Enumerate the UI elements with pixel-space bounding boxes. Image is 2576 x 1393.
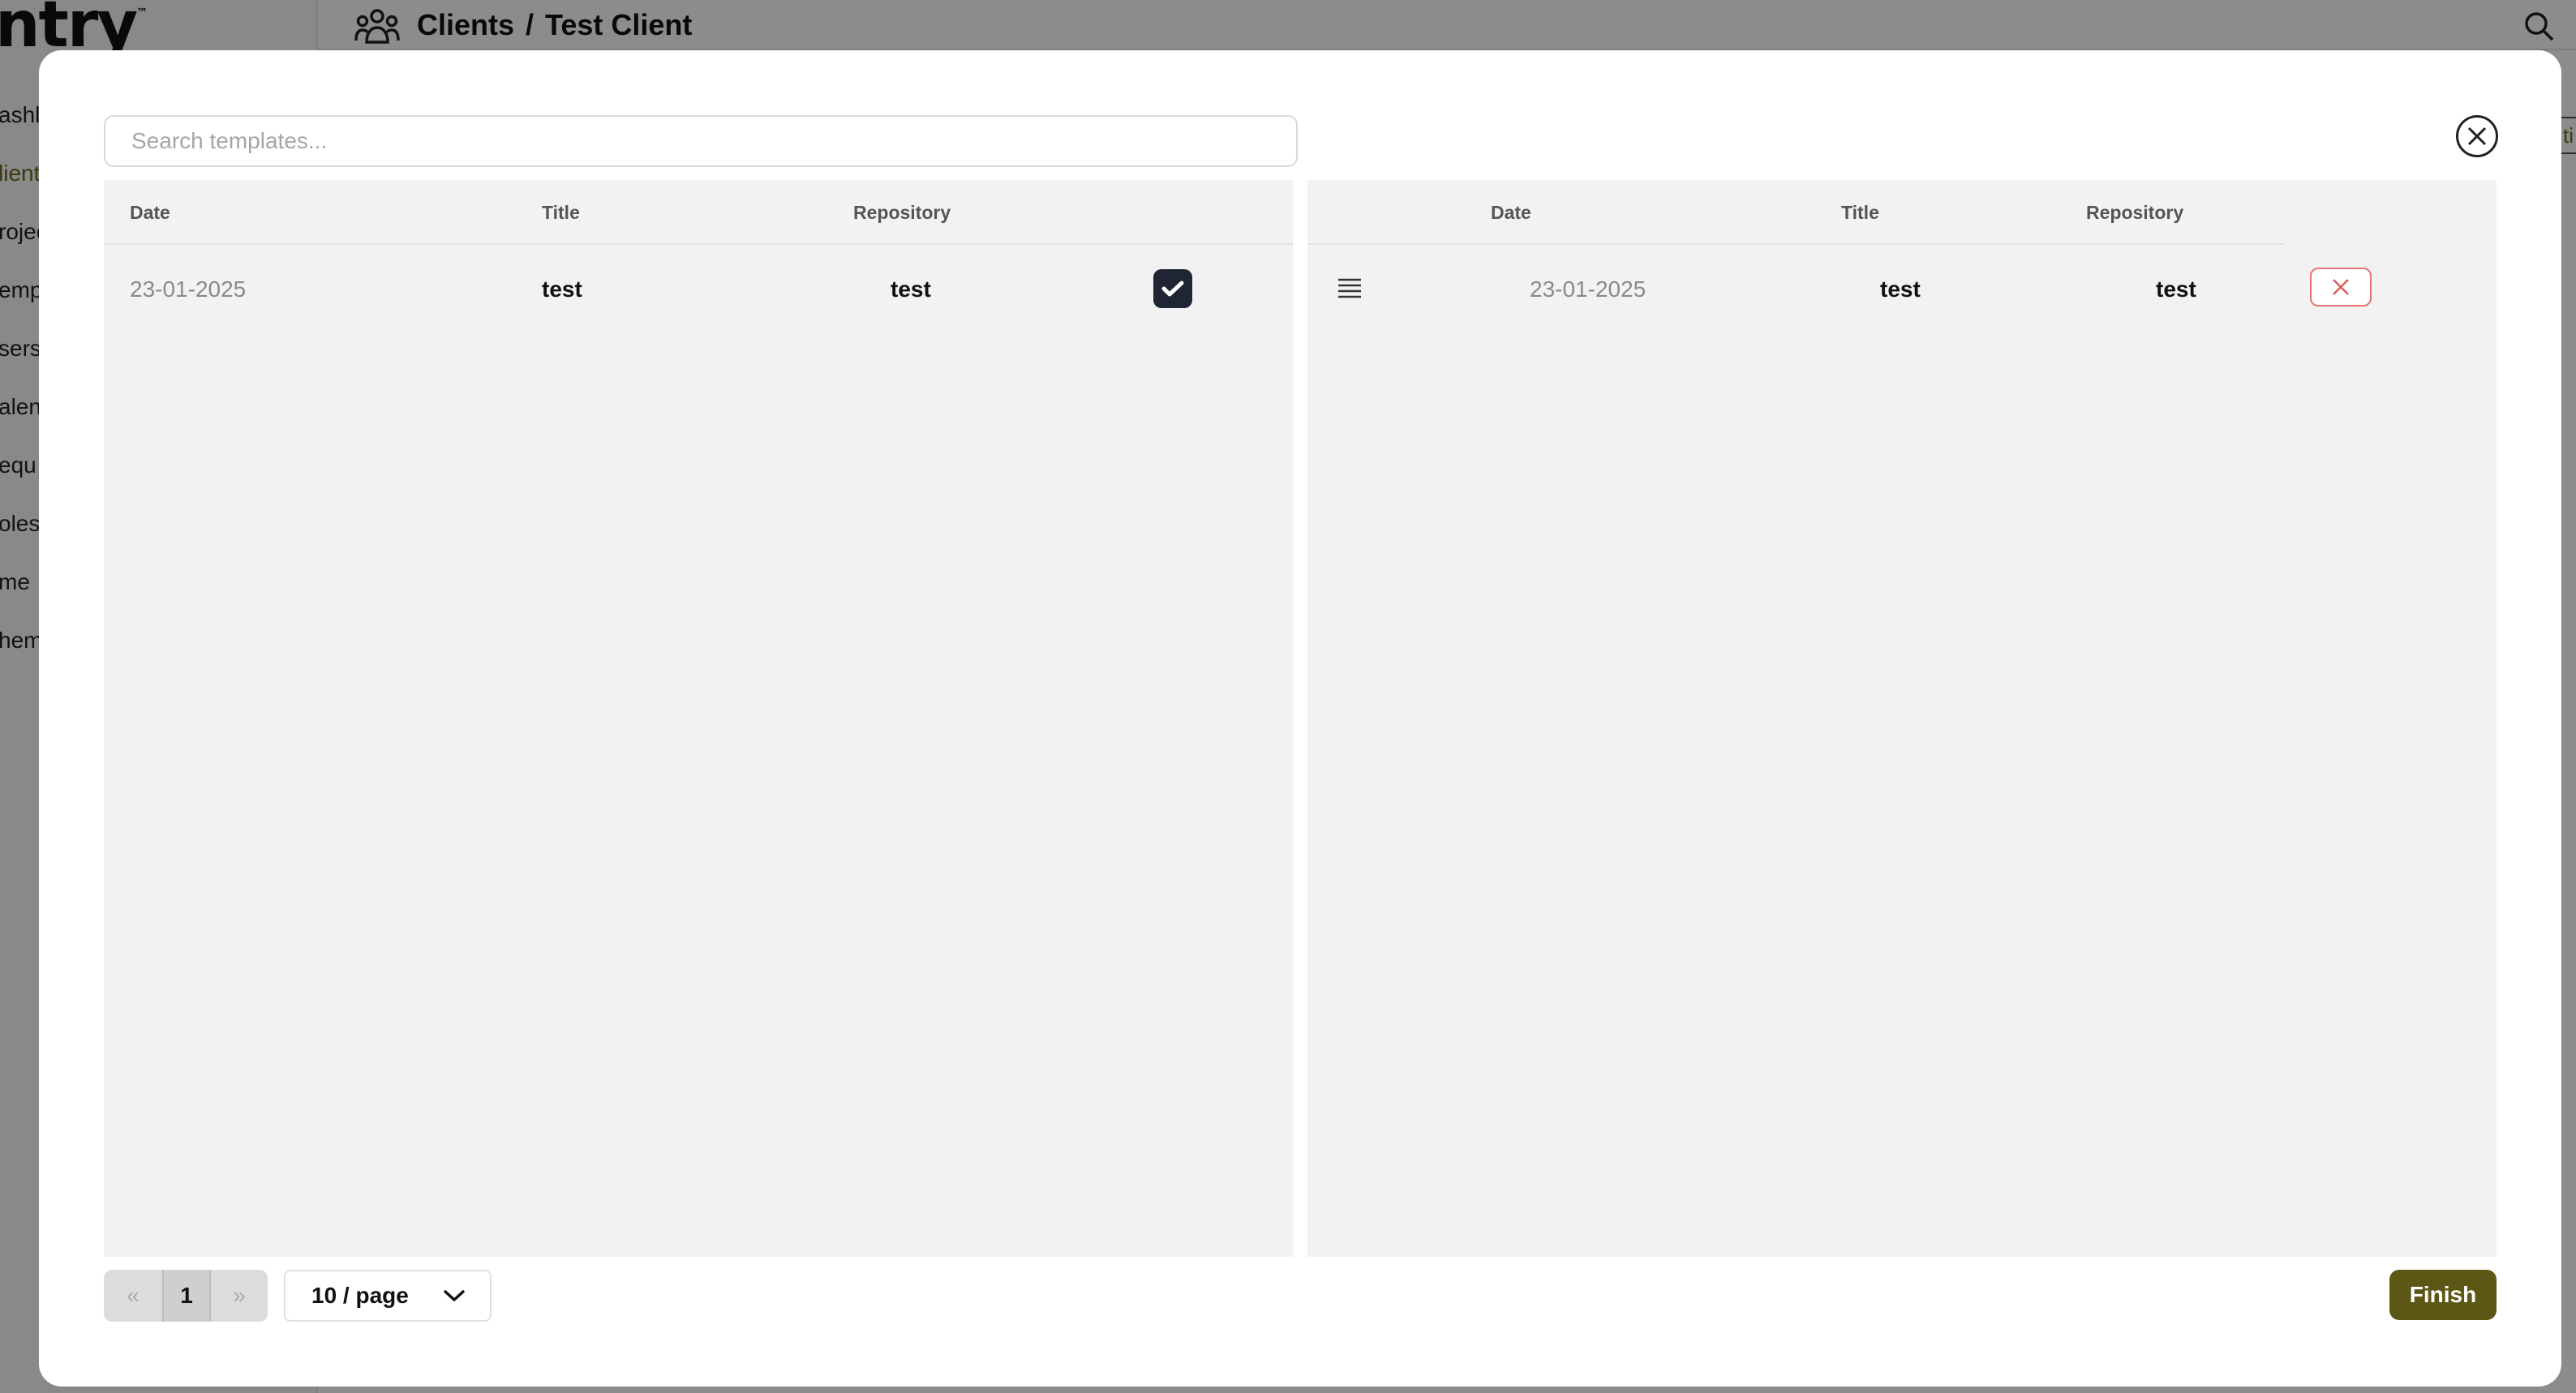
column-date[interactable]: Date [130,180,170,245]
drag-handle-icon[interactable] [1337,277,1363,298]
table-row: 23-01-2025 test test [1307,246,2497,332]
column-title: Title [1841,202,1879,223]
row-date: 23-01-2025 [130,276,247,302]
column-repository: Repository [2086,202,2184,223]
table-row[interactable]: 23-01-2025 test test [104,246,1293,332]
column-repository[interactable]: Repository [853,180,951,245]
row-title: test [542,276,582,302]
close-button[interactable] [2456,115,2498,157]
remove-row-button[interactable] [2310,268,2372,306]
search-templates-input[interactable] [104,115,1298,167]
column-date: Date [1491,202,1531,223]
chevron-down-icon [444,1290,465,1301]
table-header: Date Title Repository [1307,180,2284,245]
finish-button[interactable]: Finish [2389,1270,2497,1320]
selected-templates-table: Date Title Repository 23-01-2025 test te… [1307,180,2497,1257]
remove-x-icon [2333,279,2349,295]
page-size-select[interactable]: 10 / page [284,1270,492,1322]
row-title: test [1880,276,1921,302]
row-date: 23-01-2025 [1530,276,1646,302]
check-icon [1161,281,1184,297]
table-header: Date Title Repository [104,180,1293,245]
pagination-prev-button[interactable]: « [104,1270,162,1322]
row-select-checkbox[interactable] [1153,269,1192,308]
close-icon [2467,126,2487,146]
pagination-page-1[interactable]: 1 [162,1270,211,1322]
column-title[interactable]: Title [542,180,580,245]
row-repository: test [2156,276,2196,302]
template-picker-modal: Date Title Repository 23-01-2025 test te… [39,50,2561,1387]
row-repository: test [891,276,931,302]
available-templates-table: Date Title Repository 23-01-2025 test te… [104,180,1293,1257]
pagination: « 1 » [104,1270,268,1322]
pagination-next-button[interactable]: » [211,1270,268,1322]
page-size-value: 10 / page [311,1283,409,1308]
